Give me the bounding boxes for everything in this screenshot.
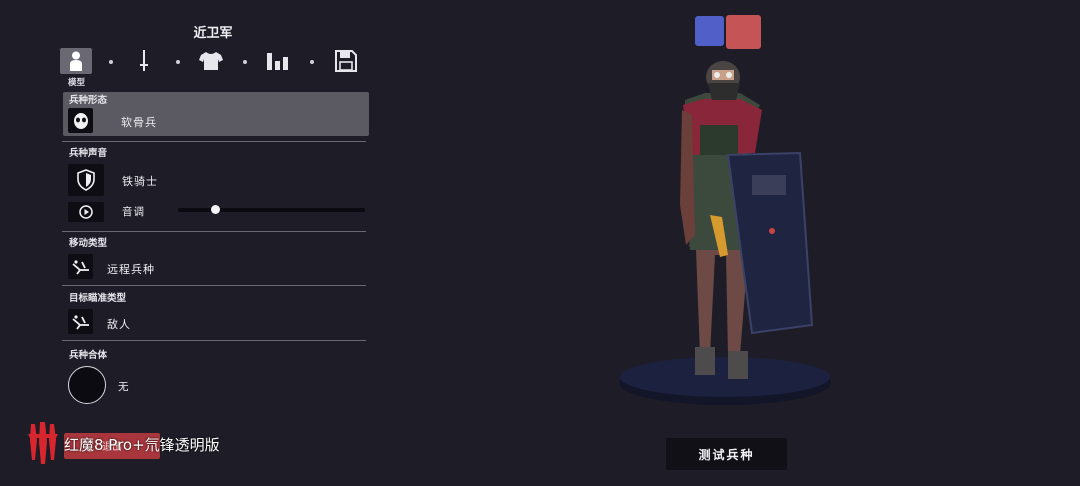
- divider: [62, 231, 366, 232]
- red-team-swatch[interactable]: [726, 15, 761, 49]
- divider: [62, 340, 366, 341]
- unit-form-selector[interactable]: 兵种形态 软骨兵: [63, 92, 369, 136]
- sword-icon: [140, 50, 148, 71]
- divider: [62, 141, 366, 142]
- tab-clothing[interactable]: [195, 48, 227, 74]
- stats-icon: [267, 53, 288, 70]
- tab-model[interactable]: [60, 48, 92, 74]
- shield-icon: [77, 169, 95, 191]
- pitch-label: 音调: [122, 206, 145, 218]
- unit-preview[interactable]: [600, 55, 850, 415]
- movement-value: 远程兵种: [107, 263, 155, 276]
- separator-dot: [176, 60, 180, 64]
- unit-name-title: 近卫军: [193, 26, 233, 41]
- person-icon: [70, 51, 82, 71]
- separator-dot: [243, 60, 247, 64]
- merge-selector[interactable]: [68, 366, 106, 404]
- play-voice-button[interactable]: [68, 202, 104, 222]
- ranged-icon: [71, 259, 89, 275]
- pitch-slider-track[interactable]: [178, 208, 365, 212]
- target-label: 目标瞄准类型: [69, 293, 127, 304]
- target-value: 敌人: [107, 318, 131, 331]
- target-selector[interactable]: [68, 309, 93, 334]
- target-section: 目标瞄准类型 敌人: [62, 290, 368, 338]
- unit-voice-label: 兵种声音: [69, 148, 108, 159]
- merge-section: 兵种合体 无: [62, 347, 368, 417]
- divider: [62, 285, 366, 286]
- movement-section: 移动类型 远程兵种: [62, 235, 368, 283]
- watermark-text: 红魔8 Pro+氘锋透明版: [64, 436, 220, 454]
- tab-save[interactable]: [330, 48, 362, 74]
- separator-dot: [310, 60, 314, 64]
- brand-logo: [28, 422, 58, 464]
- mask-icon: [73, 112, 88, 129]
- test-unit-button[interactable]: 测试兵种: [666, 438, 787, 470]
- unit-form-label: 兵种形态: [69, 95, 108, 106]
- tab-stats[interactable]: [262, 48, 294, 74]
- movement-label: 移动类型: [69, 238, 108, 249]
- unit-form-icon-box: [68, 108, 93, 133]
- unit-voice-value: 铁骑士: [122, 175, 158, 188]
- shirt-icon: [199, 52, 223, 70]
- merge-value: 无: [118, 381, 130, 393]
- separator-dot: [109, 60, 113, 64]
- unit-form-value: 软骨兵: [121, 116, 157, 129]
- unit-voice-selector[interactable]: [68, 164, 104, 196]
- pitch-slider-thumb[interactable]: [210, 205, 220, 214]
- blue-team-swatch[interactable]: [695, 16, 724, 46]
- play-icon: [79, 205, 93, 219]
- movement-selector[interactable]: [68, 254, 93, 279]
- active-tab-label: 模型: [68, 78, 86, 88]
- editor-toolbar: [60, 48, 366, 76]
- save-icon: [335, 50, 357, 72]
- tab-weapons[interactable]: [128, 48, 160, 74]
- merge-label: 兵种合体: [69, 350, 108, 361]
- target-icon: [71, 314, 89, 330]
